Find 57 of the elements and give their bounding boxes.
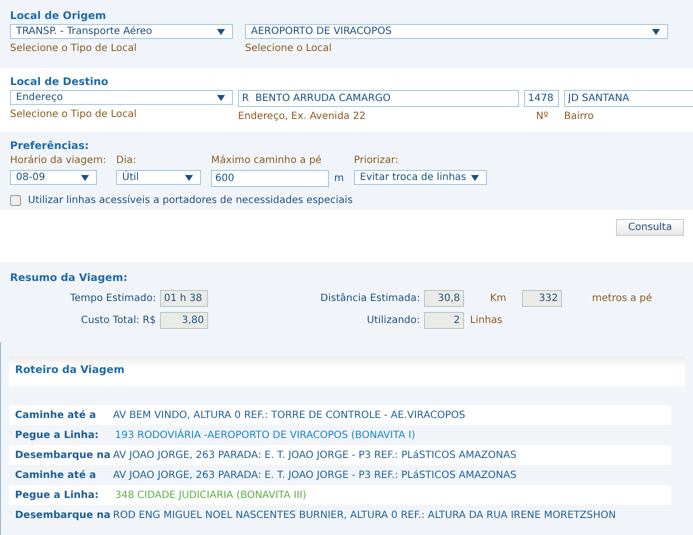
- section-title: Resumo da Viagem:: [10, 272, 128, 284]
- day-select[interactable]: Útil: [116, 170, 202, 185]
- caret-icon: [81, 174, 89, 180]
- field-hint: Bairro: [564, 111, 595, 122]
- unit-label: Linhas: [469, 314, 502, 326]
- step-text: AV JOAO JORGE, 263 PARADA: E. T. JOAO JORGE - P3 REF.: PLáSTICOS AMAZONAS: [113, 470, 516, 480]
- unit-label: Km: [489, 292, 508, 304]
- caret-icon: [185, 174, 194, 180]
- walk-distance-field[interactable]: 600: [211, 170, 330, 187]
- location-select[interactable]: AEROPORTO DE VIRACOPOS: [245, 24, 668, 39]
- readonly-field: 30,8: [424, 290, 464, 306]
- field-hint: Endereço, Ex. Avenida 22: [238, 111, 367, 122]
- priority-select[interactable]: Evitar troca de linhas: [354, 170, 487, 185]
- caret-icon: [652, 28, 660, 34]
- field-label: Distância Estimada:: [319, 292, 421, 304]
- unit-label: metros a pé: [591, 292, 652, 304]
- section-title: Local de Origem: [10, 10, 106, 22]
- step-label: Caminhe até a: [15, 410, 97, 420]
- bus-line-link[interactable]: 193 RODOVIÁRIA -AEROPORTO DE VIRACOPOS (BONAVITA I): [115, 430, 416, 440]
- field-label: Priorizar:: [354, 155, 400, 166]
- caret-icon: [217, 28, 225, 34]
- caret-icon: [470, 174, 479, 180]
- step-label: Desembarque na: [15, 510, 112, 520]
- consult-button[interactable]: Consulta: [616, 219, 684, 236]
- panel-title: Roteiro da Viagem: [15, 364, 125, 376]
- street-field[interactable]: R BENTO ARRUDA CAMARGO: [238, 90, 519, 107]
- field-label: Custo Total: R$: [80, 314, 157, 326]
- field-hint: Nº: [535, 111, 550, 122]
- time-select[interactable]: 08-09: [10, 170, 97, 185]
- checkbox-label: Utilizar linhas acessíveis a portadores de necessidades especiais: [28, 195, 353, 206]
- field-label: Máximo caminho a pé: [211, 155, 323, 166]
- step-label: Pegue a Linha:: [15, 490, 100, 500]
- field-label: Utilizando:: [366, 314, 421, 326]
- field-label: Dia:: [116, 155, 138, 166]
- readonly-field: 332: [522, 290, 562, 306]
- field-hint: Selecione o Tipo de Local: [10, 109, 138, 120]
- section-title: Local de Destino: [10, 76, 108, 88]
- location-type-select[interactable]: TRANSP. - Transporte Aéreo: [10, 24, 233, 39]
- field-hint: Selecione o Local: [245, 43, 333, 54]
- step-label: Desembarque na: [15, 450, 112, 460]
- field-label: Horário da viagem:: [10, 155, 106, 166]
- step-text: ROD ENG MIGUEL NOEL NASCENTES BURNIER, ALTURA 0 REF.: ALTURA DA RUA IRENE MORETZSHON: [113, 510, 616, 520]
- field-label: Tempo Estimado:: [69, 292, 157, 304]
- step-text: AV JOAO JORGE, 263 PARADA: E. T. JOAO JORGE - P3 REF.: PLáSTICOS AMAZONAS: [113, 450, 516, 460]
- readonly-field: 01 h 38: [160, 290, 208, 306]
- number-field[interactable]: 1478: [524, 90, 559, 107]
- checkbox[interactable]: [10, 195, 21, 206]
- readonly-field: 2: [424, 312, 464, 328]
- section-title: Preferências:: [10, 140, 89, 152]
- caret-icon: [217, 94, 225, 100]
- unit-label: m: [334, 173, 344, 184]
- field-hint: Selecione o Tipo de Local: [10, 43, 138, 54]
- step-text: AV BEM VINDO, ALTURA 0 REF.: TORRE DE CONTROLE - AE.VIRACOPOS: [113, 410, 466, 420]
- readonly-field: 3,80: [160, 312, 208, 328]
- step-label: Caminhe até a: [15, 470, 97, 480]
- location-type-select[interactable]: Endereço: [10, 90, 233, 105]
- step-label: Pegue a Linha:: [15, 430, 100, 440]
